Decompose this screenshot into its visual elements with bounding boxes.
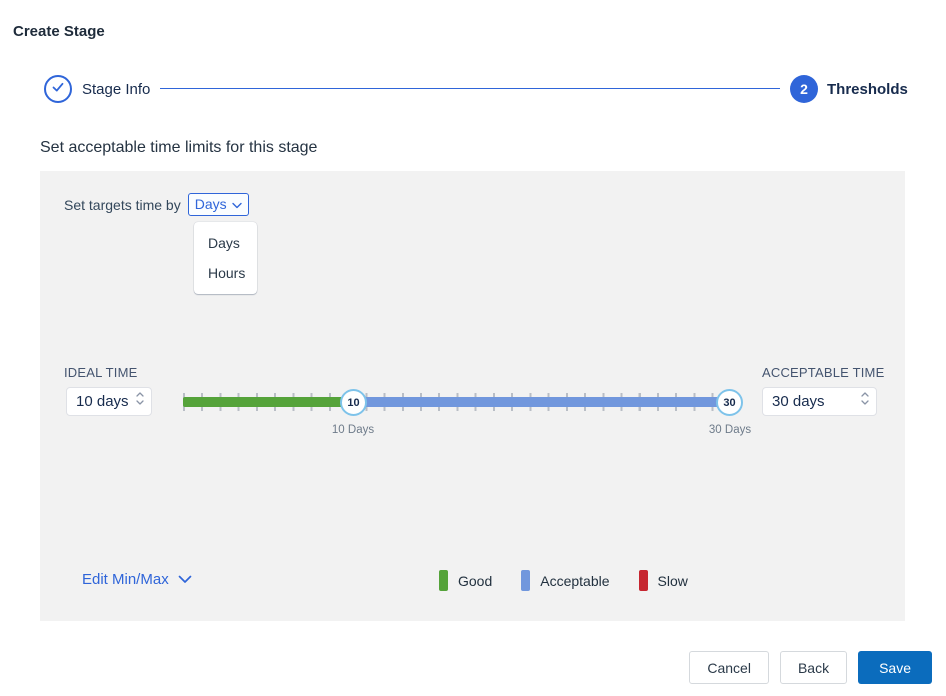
acceptable-time-label: ACCEPTABLE TIME [762, 365, 884, 380]
edit-minmax-label: Edit Min/Max [82, 571, 169, 588]
dialog-footer: Cancel Back Save [0, 651, 932, 684]
slider-handle-upper-value: 30 [723, 397, 735, 409]
acceptable-time-input[interactable] [763, 388, 876, 415]
page-title: Create Stage [13, 23, 105, 40]
spinner-up-icon [136, 392, 144, 397]
acceptable-time-stepper[interactable] [861, 392, 869, 405]
step-1-label: Stage Info [82, 81, 150, 98]
chevron-down-icon [232, 196, 242, 212]
slider-caption-upper: 30 Days [695, 424, 765, 436]
cancel-button[interactable]: Cancel [689, 651, 769, 684]
slider-handle-lower-value: 10 [347, 397, 359, 409]
spinner-down-icon [861, 400, 869, 405]
targets-label: Set targets time by [64, 197, 181, 213]
legend-item-acceptable: Acceptable [521, 570, 609, 591]
slider-caption-lower: 10 Days [318, 424, 388, 436]
step-1-indicator[interactable] [44, 75, 72, 103]
ideal-time-stepper[interactable] [136, 392, 144, 405]
step-2-label: Thresholds [827, 81, 908, 98]
unit-dropdown-value: Days [195, 196, 227, 212]
unit-dropdown-trigger[interactable]: Days [188, 193, 249, 216]
legend-swatch-acceptable [521, 570, 530, 591]
legend-item-good: Good [439, 570, 492, 591]
legend-swatch-good [439, 570, 448, 591]
unit-option-days[interactable]: Days [194, 228, 257, 258]
unit-dropdown-menu: Days Hours [194, 222, 257, 294]
save-button[interactable]: Save [858, 651, 932, 684]
ideal-time-label: IDEAL TIME [64, 365, 138, 380]
slider-segment-good [183, 397, 353, 407]
thresholds-panel: Set targets time by Days Days Hours IDEA… [40, 171, 905, 621]
chevron-down-icon [178, 571, 192, 588]
create-stage-dialog: Create Stage Stage Info 2 Thresholds Set… [0, 0, 946, 696]
check-icon [50, 79, 66, 100]
slider-segment-acceptable [353, 397, 730, 407]
ideal-time-field [66, 387, 152, 416]
legend: Good Acceptable Slow [439, 570, 717, 591]
step-2-number: 2 [800, 81, 808, 97]
back-button[interactable]: Back [780, 651, 847, 684]
edit-minmax-link[interactable]: Edit Min/Max [82, 571, 192, 588]
legend-label-acceptable: Acceptable [540, 573, 609, 589]
step-2-indicator[interactable]: 2 [790, 75, 818, 103]
legend-item-slow: Slow [639, 570, 688, 591]
legend-swatch-slow [639, 570, 648, 591]
acceptable-time-field [762, 387, 877, 416]
targets-row: Set targets time by Days [64, 193, 249, 216]
slider-handle-upper[interactable]: 30 [716, 389, 743, 416]
unit-option-hours[interactable]: Hours [194, 258, 257, 288]
time-threshold-slider: 10 30 10 Days 30 Days [183, 381, 743, 443]
legend-label-slow: Slow [658, 573, 688, 589]
spinner-down-icon [136, 400, 144, 405]
slider-handle-lower[interactable]: 10 [340, 389, 367, 416]
stepper-connector-line [160, 88, 780, 89]
legend-label-good: Good [458, 573, 492, 589]
spinner-up-icon [861, 392, 869, 397]
section-heading: Set acceptable time limits for this stag… [40, 139, 317, 157]
